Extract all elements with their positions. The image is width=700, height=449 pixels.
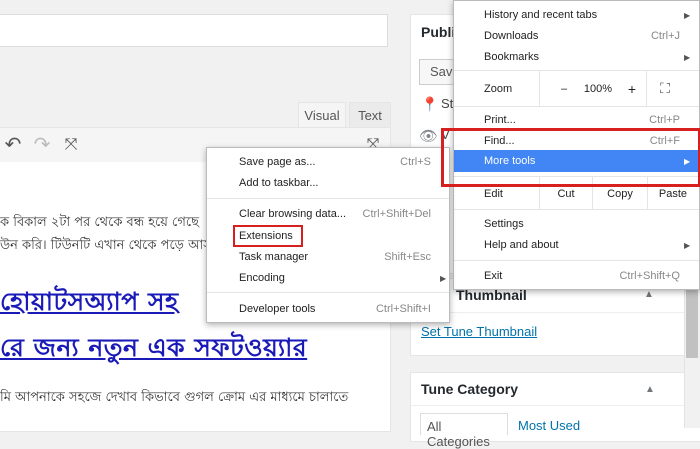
collapse-arrow-icon[interactable]: ▲ xyxy=(645,384,655,395)
submenu-arrow-icon: ▶ xyxy=(684,11,691,20)
menu-item-edit: Edit xyxy=(484,188,503,200)
cut-button[interactable]: Cut xyxy=(540,188,592,200)
menu-item-encoding[interactable]: Encoding xyxy=(239,272,285,284)
menu-separator xyxy=(454,106,699,107)
submenu-arrow-icon: ▶ xyxy=(684,53,691,62)
heading-link[interactable]: হোয়াটসঅ্যাপ সহ xyxy=(0,282,179,325)
cell-divider xyxy=(646,71,647,107)
tab-visual[interactable]: Visual xyxy=(298,102,346,128)
undo-icon[interactable]: ↶ xyxy=(2,132,24,158)
fullscreen-icon[interactable]: ⤧ xyxy=(60,132,82,158)
redo-icon[interactable]: ↷ xyxy=(31,132,53,158)
set-thumbnail-link[interactable]: Set Tune Thumbnail xyxy=(421,324,537,339)
cell-divider xyxy=(539,71,540,107)
menu-item-help[interactable]: Help and about xyxy=(484,239,559,251)
tab-text[interactable]: Text xyxy=(349,102,391,128)
shortcut-label: Ctrl+P xyxy=(649,114,680,126)
status-label: St xyxy=(441,96,454,111)
zoom-out-button[interactable]: – xyxy=(550,83,578,95)
divider xyxy=(411,312,693,313)
menu-item-downloads[interactable]: Downloads xyxy=(484,30,538,42)
extensions-highlight-box xyxy=(233,225,303,247)
shortcut-label: Shift+Esc xyxy=(384,251,431,263)
menu-item-developer-tools[interactable]: Developer tools xyxy=(239,303,315,315)
menu-item-exit[interactable]: Exit xyxy=(484,270,502,282)
menu-separator xyxy=(207,292,449,293)
category-title[interactable]: Tune Category xyxy=(421,381,518,397)
menu-item-add-taskbar[interactable]: Add to taskbar... xyxy=(239,177,319,189)
menu-separator xyxy=(454,209,699,210)
zoom-level: 100% xyxy=(583,83,613,95)
copy-button[interactable]: Copy xyxy=(593,188,647,200)
tab-all-categories[interactable]: All Categories xyxy=(420,413,508,449)
menu-item-save-page[interactable]: Save page as... xyxy=(239,156,315,168)
submenu-arrow-icon: ▶ xyxy=(440,274,447,283)
pin-icon: 📍 xyxy=(421,96,439,112)
zoom-in-button[interactable]: + xyxy=(618,81,646,97)
shortcut-label: Ctrl+Shift+Del xyxy=(362,208,431,220)
menu-item-bookmarks[interactable]: Bookmarks xyxy=(484,51,539,63)
tab-most-used[interactable]: Most Used xyxy=(518,418,580,433)
menu-item-history[interactable]: History and recent tabs xyxy=(484,9,597,21)
shortcut-label: Ctrl+J xyxy=(650,30,680,42)
body-text-line: ক বিকাল ২টা পর থেকে বন্ধ হয়ে গেছে xyxy=(0,215,199,230)
menu-item-print[interactable]: Print... xyxy=(484,114,516,126)
menu-item-task-manager[interactable]: Task manager xyxy=(239,251,308,263)
body-text-line: উন করি। টিউনটি এখান থেকে পড়ে আস xyxy=(0,238,212,253)
menu-item-settings[interactable]: Settings xyxy=(484,218,524,230)
collapse-arrow-icon[interactable]: ▲ xyxy=(644,289,654,300)
publish-title: Publi xyxy=(421,24,456,40)
menu-separator xyxy=(207,198,449,199)
menu-separator xyxy=(454,260,699,261)
more-tools-highlight-box xyxy=(441,128,700,187)
shortcut-label: Ctrl+S xyxy=(400,156,431,168)
fullscreen-icon[interactable]: ⛶ xyxy=(650,80,680,97)
submenu-arrow-icon: ▶ xyxy=(684,241,691,250)
body-text-line: মি আপনাকে সহজে দেখাব কিভাবে গুগল ক্রোম এ… xyxy=(0,390,349,405)
shortcut-label: Ctrl+Shift+Q xyxy=(619,270,680,282)
paste-button[interactable]: Paste xyxy=(648,188,698,200)
post-title-input[interactable] xyxy=(0,14,388,47)
heading-link[interactable]: রে জন্য নতুন এক সফটওয়্যার xyxy=(0,328,307,371)
menu-separator xyxy=(454,70,699,71)
menu-item-zoom: Zoom xyxy=(484,83,513,95)
divider xyxy=(411,405,693,406)
shortcut-label: Ctrl+Shift+I xyxy=(375,303,431,315)
eye-icon: 👁 xyxy=(419,128,439,145)
